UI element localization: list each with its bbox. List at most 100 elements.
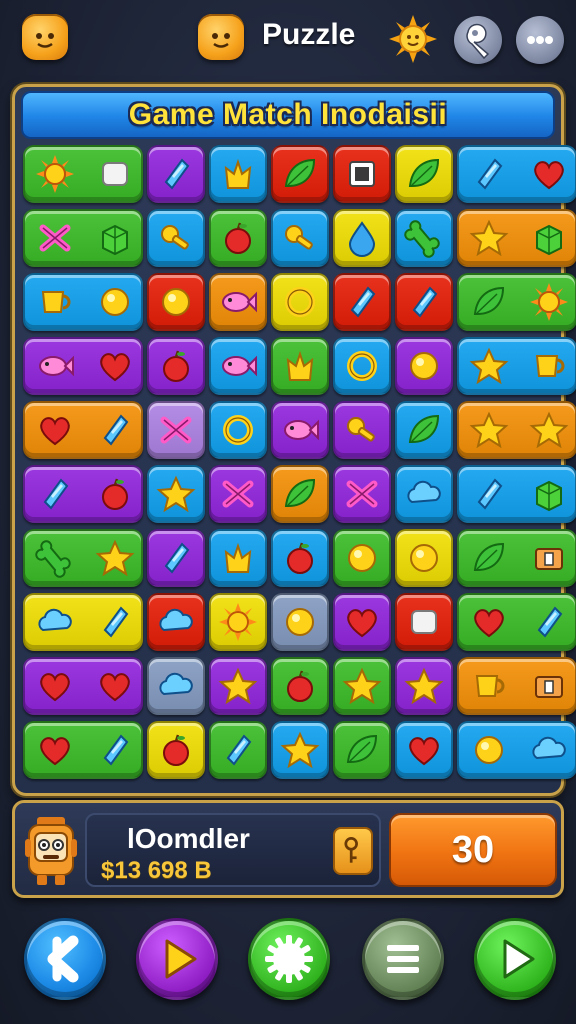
game-tile[interactable] [209, 657, 267, 715]
game-tile[interactable] [209, 529, 267, 587]
game-tile[interactable] [23, 657, 143, 715]
game-tile[interactable] [209, 209, 267, 267]
game-tile[interactable] [395, 657, 453, 715]
game-tile[interactable] [457, 145, 576, 203]
game-tile[interactable] [395, 593, 453, 651]
game-tile[interactable] [271, 593, 329, 651]
game-tile[interactable] [209, 465, 267, 523]
game-tile[interactable] [333, 209, 391, 267]
game-tile[interactable] [395, 721, 453, 779]
game-tile[interactable] [271, 721, 329, 779]
game-tile[interactable] [271, 465, 329, 523]
game-tile[interactable] [457, 529, 576, 587]
game-tile[interactable] [23, 465, 143, 523]
game-tile[interactable] [209, 145, 267, 203]
game-tile[interactable] [333, 145, 391, 203]
game-tile[interactable] [209, 401, 267, 459]
game-tile[interactable] [457, 337, 576, 395]
game-tile[interactable] [209, 337, 267, 395]
game-tile[interactable] [395, 401, 453, 459]
game-tile[interactable] [147, 593, 205, 651]
game-tile[interactable] [395, 337, 453, 395]
game-tile[interactable] [457, 721, 576, 779]
back-button[interactable] [24, 918, 106, 1000]
game-tile[interactable] [209, 721, 267, 779]
game-tile[interactable] [333, 657, 391, 715]
game-tile[interactable] [23, 721, 143, 779]
gem-icon [350, 286, 376, 318]
game-tile[interactable] [395, 529, 453, 587]
game-tile[interactable] [147, 337, 205, 395]
game-tile[interactable] [457, 273, 576, 331]
game-tile[interactable] [147, 145, 205, 203]
bone-icon [35, 540, 71, 578]
leaf-icon [408, 414, 440, 443]
play-icon [165, 939, 197, 979]
cloud-icon [407, 480, 441, 504]
game-tile[interactable] [147, 657, 205, 715]
wrench-button[interactable] [454, 16, 502, 64]
game-tile[interactable] [23, 593, 143, 651]
game-tile[interactable] [23, 273, 143, 331]
game-tile[interactable] [23, 145, 143, 203]
game-tile[interactable] [333, 529, 391, 587]
game-tile[interactable] [209, 273, 267, 331]
robot-icon [25, 817, 77, 885]
game-tile[interactable] [147, 721, 205, 779]
play-button[interactable] [136, 918, 218, 1000]
apple-icon [287, 542, 313, 574]
game-tile[interactable] [457, 593, 576, 651]
game-tile[interactable] [333, 593, 391, 651]
player-panel: lOomdler $13 698 B 30 [12, 800, 564, 898]
game-tile[interactable] [147, 209, 205, 267]
next-button[interactable] [474, 918, 556, 1000]
score-button[interactable]: 30 [389, 813, 557, 887]
star-face-icon[interactable] [22, 14, 68, 60]
game-tile[interactable] [333, 273, 391, 331]
more-button[interactable] [516, 16, 564, 64]
game-tile[interactable] [23, 209, 143, 267]
menu-icon [387, 945, 419, 973]
gem-icon [226, 734, 252, 766]
cube-icon [536, 224, 562, 256]
game-tile[interactable] [333, 465, 391, 523]
game-tile[interactable] [209, 593, 267, 651]
game-tile[interactable] [147, 273, 205, 331]
game-tile[interactable] [395, 209, 453, 267]
heart-icon [40, 417, 70, 446]
star-icon [469, 347, 509, 385]
game-tile[interactable] [457, 401, 576, 459]
game-tile[interactable] [457, 657, 576, 715]
game-tile[interactable] [395, 145, 453, 203]
game-tile[interactable] [333, 721, 391, 779]
gem-icon [103, 606, 129, 638]
game-tile[interactable] [333, 337, 391, 395]
game-tile[interactable] [271, 337, 329, 395]
game-tile[interactable] [271, 401, 329, 459]
game-tile[interactable] [395, 465, 453, 523]
game-tile[interactable] [395, 273, 453, 331]
game-tile[interactable] [457, 465, 576, 523]
game-tile[interactable] [147, 401, 205, 459]
game-tile[interactable] [147, 529, 205, 587]
game-tile[interactable] [271, 273, 329, 331]
game-tile[interactable] [333, 401, 391, 459]
game-tile[interactable] [23, 337, 143, 395]
circle-icon [348, 544, 376, 572]
settings-button[interactable] [248, 918, 330, 1000]
game-tile[interactable] [457, 209, 576, 267]
game-tile[interactable] [271, 657, 329, 715]
menu-button[interactable] [362, 918, 444, 1000]
game-tile[interactable] [147, 465, 205, 523]
game-tile[interactable] [23, 401, 143, 459]
key-icon[interactable] [333, 827, 373, 875]
star-face-icon[interactable] [198, 14, 244, 60]
square-dark-icon [349, 161, 375, 187]
game-tile[interactable] [271, 209, 329, 267]
game-tile[interactable] [271, 529, 329, 587]
game-tile[interactable] [23, 529, 143, 587]
game-board: Game Match Inodaisii [12, 84, 576, 796]
game-tile[interactable] [271, 145, 329, 203]
bone-icon [404, 220, 440, 258]
box-icon [535, 676, 563, 698]
